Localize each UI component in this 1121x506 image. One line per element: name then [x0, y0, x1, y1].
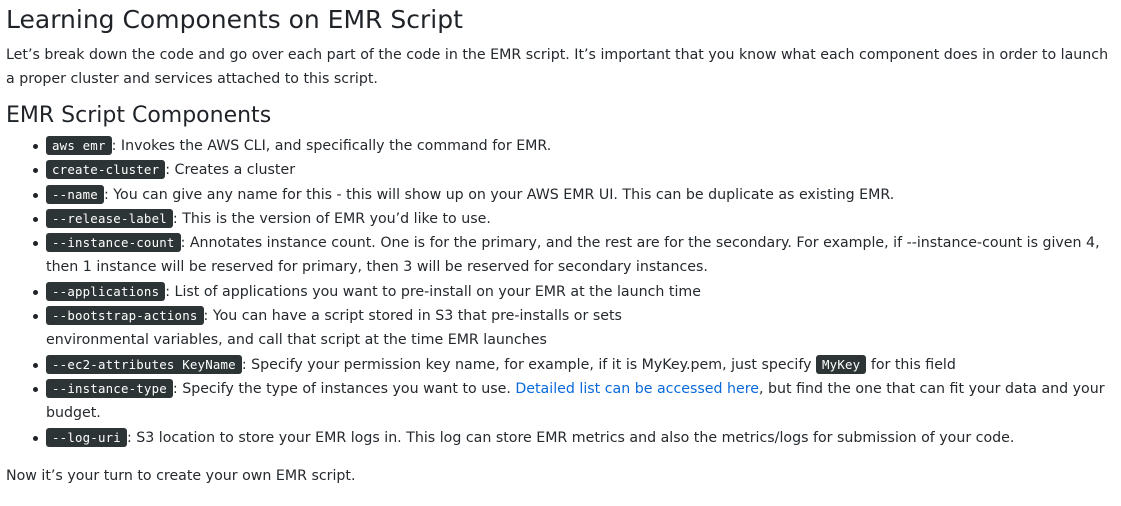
item-description: : You can have a script stored in S3 tha… — [203, 308, 622, 325]
item-description: : Annotates instance count. One is for t… — [46, 235, 1100, 276]
page-title: Learning Components on EMR Script — [6, 5, 463, 34]
list-item-instance-count: --instance-count: Annotates instance cou… — [33, 231, 1116, 280]
inline-code: --instance-count — [46, 233, 181, 253]
inline-code: --bootstrap-actions — [46, 306, 204, 326]
inline-code-mykey: MyKey — [816, 354, 867, 374]
list-item-create-cluster: create-cluster: Creates a cluster — [33, 158, 1116, 182]
list-item-release-label: --release-label: This is the version of … — [33, 207, 1116, 231]
list-item-aws-emr: aws emr: Invokes the AWS CLI, and specif… — [33, 134, 1116, 158]
item-description: : Invokes the AWS CLI, and specifically … — [111, 138, 552, 154]
inline-code: --applications — [46, 281, 166, 301]
list-item-applications: --applications: List of applications you… — [33, 280, 1116, 304]
item-description: : Specify your permission key name, for … — [241, 356, 817, 373]
item-description: : List of applications you want to pre-i… — [165, 283, 701, 300]
list-item-bootstrap-actions: --bootstrap-actions: You can have a scri… — [33, 304, 1116, 353]
inline-code: --log-uri — [46, 427, 127, 447]
item-description-after: for this field — [866, 356, 956, 373]
list-item-log-uri: --log-uri: S3 location to store your EMR… — [33, 426, 1116, 450]
inline-code: --name — [46, 184, 104, 204]
item-description: : S3 location to store your EMR logs in.… — [126, 429, 1015, 446]
item-description: : This is the version of EMR you’d like … — [172, 210, 491, 227]
item-description: : You can give any name for this - this … — [103, 186, 895, 203]
inline-code: --ec2-attributes KeyName — [46, 354, 242, 374]
item-description: : Creates a cluster — [165, 162, 296, 179]
components-list: aws emr: Invokes the AWS CLI, and specif… — [6, 134, 1115, 450]
section-heading: EMR Script Components — [6, 103, 272, 128]
item-description-continued: environmental variables, and call that s… — [46, 332, 547, 349]
inline-code: create-cluster — [46, 160, 166, 180]
content-page: Learning Components on EMR Script Let’s … — [0, 0, 1121, 488]
inline-code: aws emr — [46, 136, 112, 155]
list-item-ec2-attributes: --ec2-attributes KeyName: Specify your p… — [33, 353, 1116, 377]
intro-paragraph: Let’s break down the code and go over ea… — [6, 47, 1109, 87]
list-item-name: --name: You can give any name for this -… — [33, 183, 1116, 207]
inline-code: --instance-type — [46, 378, 173, 398]
closing-paragraph: Now it’s your turn to create your own EM… — [6, 467, 356, 484]
instance-types-link[interactable]: Detailed list can be accessed here — [515, 381, 759, 397]
inline-code: --release-label — [46, 208, 173, 228]
list-item-instance-type: --instance-type: Specify the type of ins… — [33, 377, 1116, 426]
item-description: : Specify the type of instances you want… — [172, 380, 516, 397]
